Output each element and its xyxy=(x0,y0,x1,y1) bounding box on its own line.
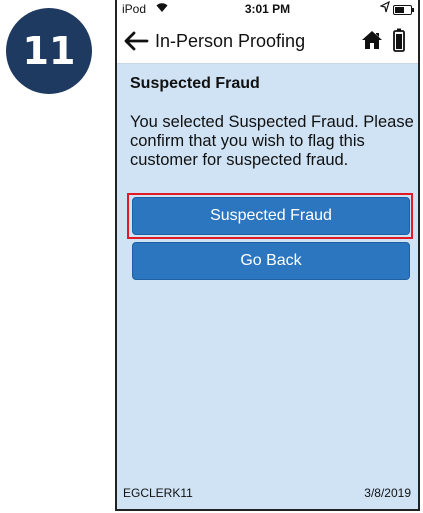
status-bar: iPod 3:01 PM xyxy=(117,0,418,19)
section-title: Suspected Fraud xyxy=(130,75,260,92)
battery-icon xyxy=(393,28,405,52)
nav-title: In-Person Proofing xyxy=(155,31,306,51)
nav-bar: In-Person Proofing xyxy=(117,19,418,64)
battery-status-icon xyxy=(393,5,414,15)
footer-date: 3/8/2019 xyxy=(364,486,411,500)
confirmation-message: You selected Suspected Fraud. Please con… xyxy=(130,113,414,169)
user-id: EGCLERK11 xyxy=(123,486,193,500)
footer: EGCLERK11 3/8/2019 xyxy=(117,479,418,509)
back-arrow-icon[interactable] xyxy=(123,31,149,51)
step-number-badge: 11 xyxy=(6,8,92,94)
location-arrow-icon xyxy=(379,0,390,16)
phone-screen: iPod 3:01 PM In-Person Proofing Suspecte… xyxy=(115,0,420,511)
suspected-fraud-button[interactable]: Suspected Fraud xyxy=(132,197,410,235)
home-icon[interactable] xyxy=(361,30,383,50)
status-time: 3:01 PM xyxy=(244,2,291,16)
go-back-button[interactable]: Go Back xyxy=(132,242,410,280)
